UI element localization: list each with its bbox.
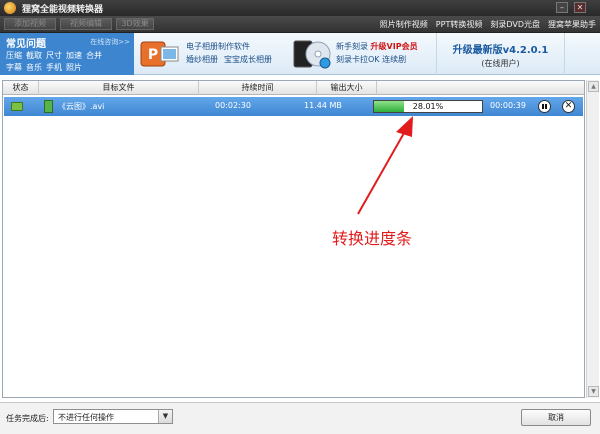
faq-row-2: 字幕 音乐 手机 照片 — [6, 62, 82, 73]
burn-promo: 新手刻录 升级VIP会员 刻录卡拉OK 连续剧 — [336, 40, 418, 66]
baby-album-link[interactable]: 宝宝成长相册 — [224, 55, 272, 64]
faq-link-size[interactable]: 尺寸 — [46, 50, 62, 61]
title-bar: 狸窝全能视频转换器 – ✕ — [0, 0, 600, 16]
header-progress[interactable] — [377, 81, 584, 95]
dvd-burn-icon[interactable] — [292, 37, 332, 71]
after-task-label: 任务完成后: — [6, 414, 49, 423]
add-video-button[interactable]: 添加视频 — [4, 18, 56, 30]
duration-value: 00:02:30 — [215, 101, 251, 110]
scroll-down-icon[interactable]: ▼ — [588, 386, 599, 397]
faq-link-subtitle[interactable]: 字幕 — [6, 62, 22, 73]
close-window-button[interactable]: ✕ — [574, 2, 586, 13]
wedding-album-link[interactable]: 婚纱相册 — [186, 55, 218, 64]
header-target-file[interactable]: 目标文件 — [39, 81, 199, 95]
table-row[interactable]: 《云图》.avi 00:02:30 11.44 MB 28.01% 00:00:… — [4, 97, 583, 116]
app-logo-icon — [4, 2, 16, 14]
remaining-time: 00:00:39 — [490, 101, 526, 110]
upgrade-title[interactable]: 升级最新版v4.2.0.1 — [437, 41, 564, 56]
3d-effect-button[interactable]: 3D效果 — [116, 18, 154, 30]
after-task-value: 不进行任何操作 — [58, 413, 114, 422]
annotation-arrow-icon — [357, 116, 413, 215]
chevron-down-icon[interactable]: ▼ — [158, 410, 172, 423]
ppt-to-video-link[interactable]: PPT转换视频 — [436, 19, 483, 30]
burn-dvd-link[interactable]: 刻录DVD光盘 — [490, 19, 540, 30]
upgrade-subtitle: (在线用户) — [481, 59, 520, 68]
faq-title: 常见问题 — [6, 39, 46, 50]
beginner-burn-link[interactable]: 新手刻录 — [336, 42, 368, 51]
faq-link-speed[interactable]: 加速 — [66, 50, 82, 61]
faq-panel: 常见问题 在线咨询>> 压缩 截取 尺寸 加速 合并 字幕 音乐 手机 照片 — [0, 33, 134, 75]
faq-link-compress[interactable]: 压缩 — [6, 50, 22, 61]
output-size-value: 11.44 MB — [304, 101, 342, 110]
apple-helper-link[interactable]: 狸窝苹果助手 — [548, 19, 596, 30]
toolbar-links: 照片制作视频 PPT转换视频 刻录DVD光盘 狸窝苹果助手 — [380, 19, 596, 30]
online-consult-link[interactable]: 在线咨询>> — [90, 37, 130, 47]
svg-text:P: P — [148, 47, 158, 63]
faq-link-merge[interactable]: 合并 — [86, 50, 102, 61]
header-output-size[interactable]: 输出大小 — [317, 81, 377, 95]
header-duration[interactable]: 持续时间 — [199, 81, 317, 95]
promo-banner: 常见问题 在线咨询>> 压缩 截取 尺寸 加速 合并 字幕 音乐 手机 照片 P… — [0, 33, 600, 75]
video-edit-button[interactable]: 视频编辑 — [60, 18, 112, 30]
faq-link-phone[interactable]: 手机 — [46, 62, 62, 73]
window-title: 狸窝全能视频转换器 — [22, 5, 104, 15]
table-header: 状态 目标文件 持续时间 输出大小 — [3, 81, 584, 95]
faq-link-clip[interactable]: 截取 — [26, 50, 42, 61]
photo-to-video-link[interactable]: 照片制作视频 — [380, 19, 428, 30]
album-promo: 电子相册制作软件 婚纱相册 宝宝成长相册 — [186, 40, 278, 66]
video-file-icon — [44, 100, 53, 113]
toolbar: 添加视频 视频编辑 3D效果 照片制作视频 PPT转换视频 刻录DVD光盘 狸窝… — [0, 16, 600, 33]
bottom-bar: 任务完成后: 不进行任何操作 ▼ 取消 — [0, 402, 600, 434]
task-table: 状态 目标文件 持续时间 输出大小 《云图》.avi 00:02:30 11.4… — [2, 80, 585, 398]
header-status[interactable]: 状态 — [3, 81, 39, 95]
ppt-album-icon[interactable]: P — [140, 39, 180, 69]
minimize-button[interactable]: – — [556, 2, 568, 13]
banner-end-slot — [564, 33, 600, 75]
scroll-up-icon[interactable]: ▲ — [588, 81, 599, 92]
upgrade-panel[interactable]: 升级最新版v4.2.0.1 (在线用户) — [436, 33, 564, 75]
stop-icon[interactable]: ✕ — [562, 100, 575, 113]
pause-icon[interactable] — [538, 100, 551, 113]
faq-link-music[interactable]: 音乐 — [26, 62, 42, 73]
annotation-label: 转换进度条 — [332, 229, 413, 248]
vertical-scrollbar[interactable]: ▲ ▼ — [586, 80, 599, 398]
after-task-select[interactable]: 不进行任何操作 ▼ — [53, 409, 173, 424]
album-software-link[interactable]: 电子相册制作软件 — [186, 40, 278, 53]
vip-upgrade-link[interactable]: 升级VIP会员 — [371, 42, 418, 51]
faq-link-photo[interactable]: 照片 — [66, 62, 82, 73]
karaoke-burn-link[interactable]: 刻录卡拉OK 连续剧 — [336, 53, 418, 66]
target-file-name: 《云图》.avi — [58, 102, 105, 111]
cancel-button[interactable]: 取消 — [521, 409, 591, 426]
converting-status-icon — [11, 102, 23, 111]
faq-row-1: 压缩 截取 尺寸 加速 合并 — [6, 50, 102, 61]
